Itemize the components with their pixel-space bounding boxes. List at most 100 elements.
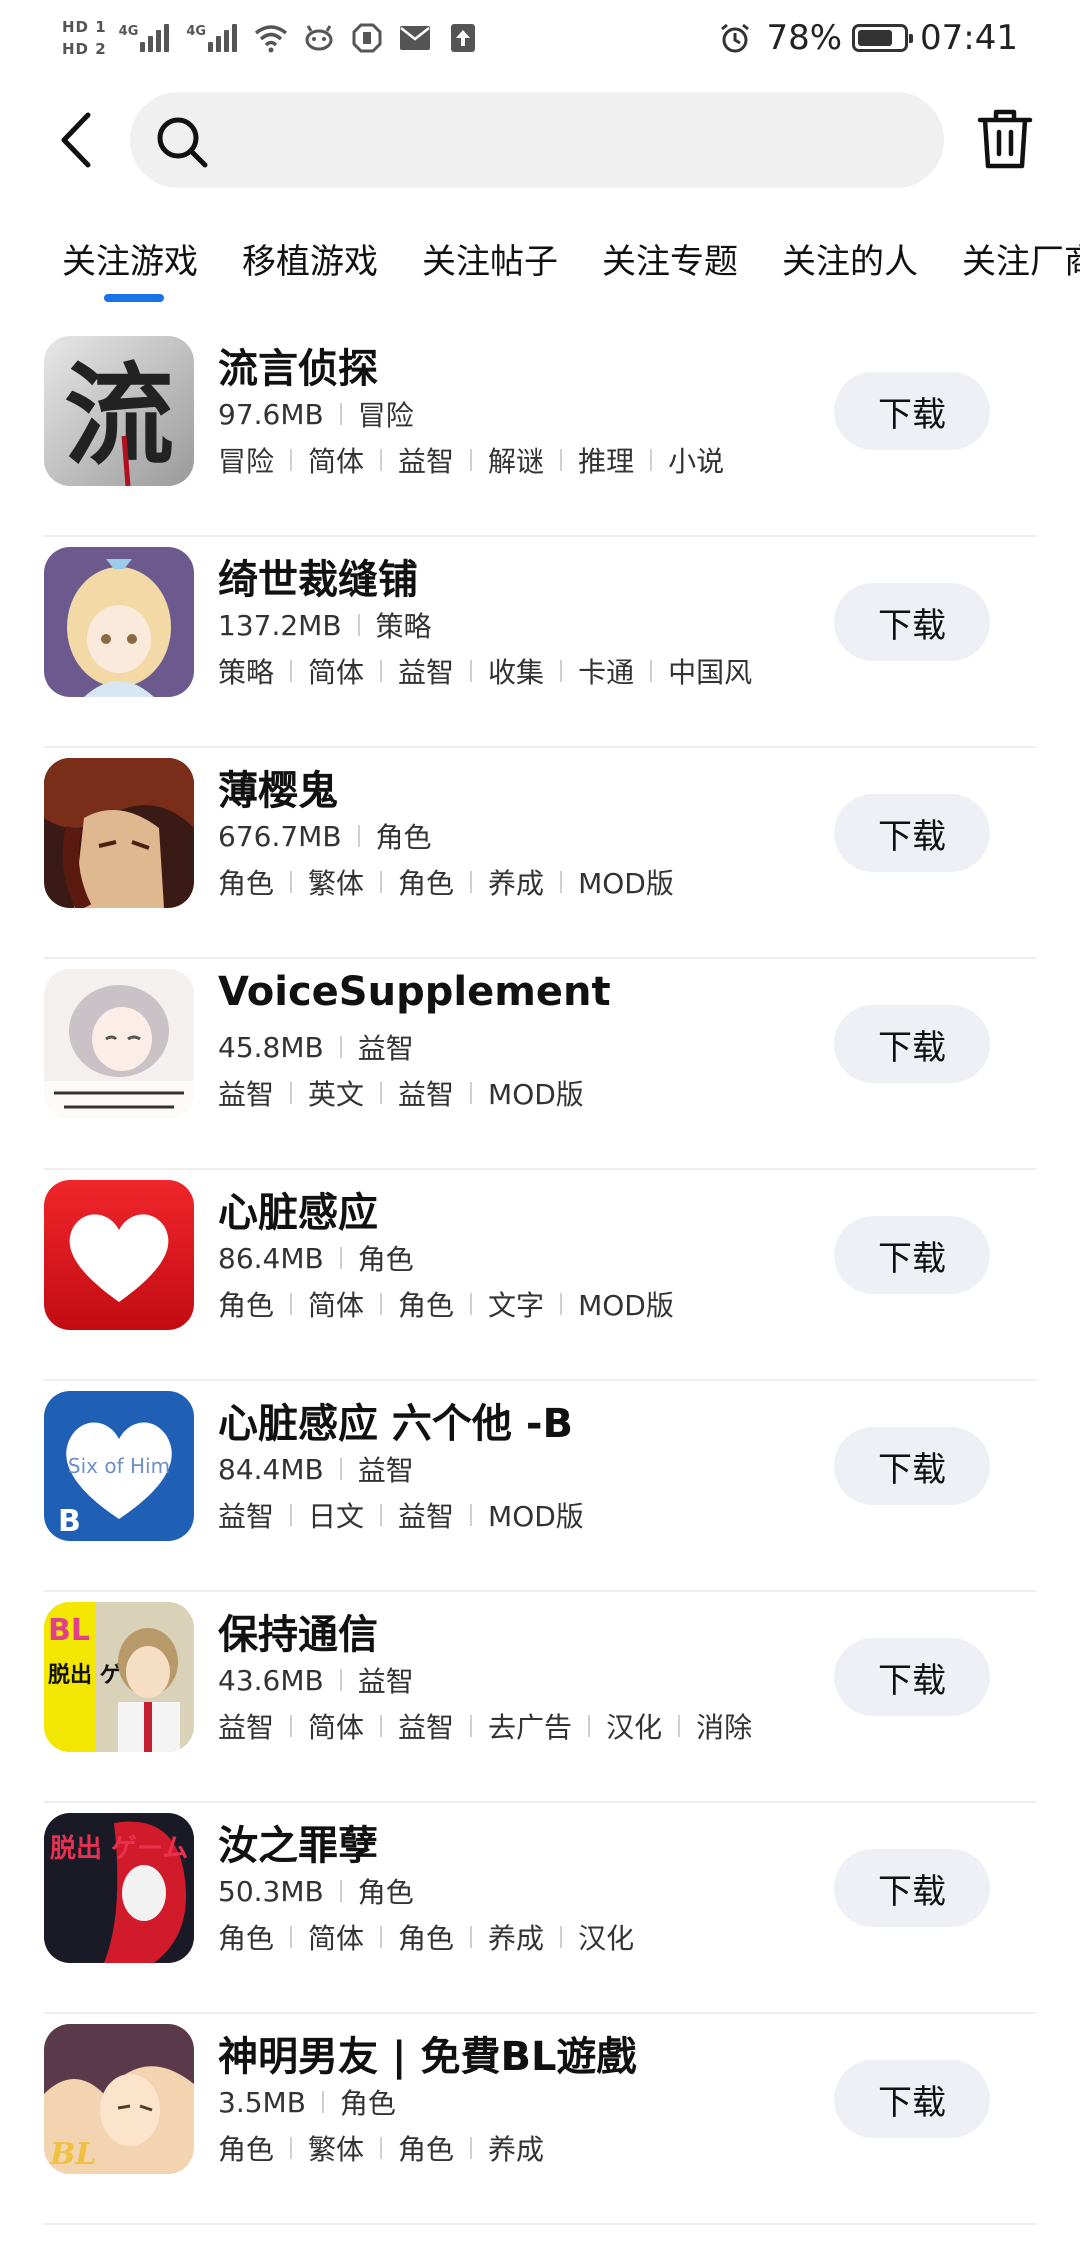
list-item[interactable]: 脱出 ゲーム 汝之罪孽 50.3MB 角色 角色 简体 角色 养成 汉化 下载 [0,1803,1080,2014]
signal-1-icon: 4G [119,24,173,52]
tab-followed-topics[interactable]: 关注专题 [602,234,738,283]
list-item[interactable]: 绮世裁缝铺 137.2MB 策略策略 简体 益智 收集 卡通 中国风 下载 [0,537,1080,748]
game-title[interactable]: 神明男友 | 免費BL遊戲 [218,2024,636,2082]
clock-time: 07:41 [920,18,1018,58]
status-right: 78% 07:41 [718,8,1018,68]
game-title[interactable]: 绮世裁缝铺 [218,547,418,605]
game-category: 益智 [357,1665,414,1698]
game-tags: 策略 简体 益智 收集 卡通 中国风 [218,651,752,691]
hakuoki-game-icon[interactable] [44,758,194,908]
list-item[interactable]: BL 神明男友 | 免費BL遊戲 3.5MB 角色 角色 繁体 角色 养成 下载 [0,2014,1080,2225]
game-tag: MOD版 [488,1500,584,1533]
game-title[interactable]: 心脏感应 六个他 -B [218,1391,573,1449]
separator [290,1926,293,1948]
download-button[interactable]: 下载 [834,1638,990,1716]
separator [339,1247,342,1269]
icon-glyph: BL [49,2137,96,2172]
game-category: 益智 [357,1032,414,1065]
trash-icon [977,109,1033,169]
game-size: 3.5MB [218,2085,306,2119]
game-meta: 50.3MB 角色 [218,1871,414,1911]
game-title[interactable]: 薄樱鬼 [218,758,338,816]
tab-ported-games[interactable]: 移植游戏 [242,234,378,283]
game-meta: 676.7MB 角色 [218,816,432,856]
game-tag: 消除 [696,1711,753,1744]
voice-supplement-icon[interactable] [44,969,194,1119]
active-tab-indicator [104,294,164,302]
list-item[interactable]: BL 脱出 ゲーム 保持通信 43.6MB 益智 益智 简体 益智 去广告 汉化 消除 下载 [0,1592,1080,1803]
game-meta: 45.8MB 益智 [218,1027,414,1067]
sin-game-icon[interactable]: 脱出 ゲーム [44,1813,194,1963]
liuyan-game-icon[interactable]: 流 [44,336,194,486]
tailor-game-icon[interactable] [44,547,194,697]
separator [380,449,383,471]
game-tag: 角色 [398,1289,455,1322]
separator [290,1504,293,1526]
list-item[interactable]: 流流言侦探 97.6MB 冒险 冒险 简体 益智 解谜 推理 小说 下载 [0,326,1080,537]
search-bar[interactable] [130,92,944,188]
game-tag: 角色 [218,1289,275,1322]
list-item[interactable]: 薄樱鬼 676.7MB 角色 角色 繁体 角色 养成 MOD版 下载 [0,748,1080,959]
tab-followed-people[interactable]: 关注的人 [782,234,918,283]
game-tag: 益智 [218,1078,275,1111]
separator [290,871,293,893]
game-title[interactable]: 流言侦探 [218,336,378,394]
six-of-him-icon[interactable]: Six of Him B [44,1391,194,1541]
back-arrow-icon [61,112,91,168]
game-tag: 益智 [398,1078,455,1111]
tab-followed-games[interactable]: 关注游戏 [62,234,198,283]
separator [470,1293,473,1315]
game-tag: 简体 [308,1289,365,1322]
separator [380,871,383,893]
game-title[interactable]: VoiceSupplement [218,969,611,1015]
search-input[interactable] [230,110,914,172]
game-title[interactable]: 汝之罪孽 [218,1813,378,1871]
download-button[interactable]: 下载 [834,583,990,661]
game-title[interactable]: 保持通信 [218,1602,378,1660]
game-category: 角色 [357,1243,414,1276]
game-meta: 137.2MB 策略 [218,605,432,645]
delete-button[interactable] [972,106,1038,172]
separator [380,1715,383,1737]
game-tag: 简体 [308,1711,365,1744]
game-tag: 角色 [398,2133,455,2166]
tab-followed-posts[interactable]: 关注帖子 [422,234,558,283]
separator [290,660,293,682]
game-tag: 英文 [308,1078,365,1111]
game-tags: 冒险 简体 益智 解谜 推理 小说 [218,440,724,480]
game-tag: 简体 [308,656,365,689]
battery-percent: 78% [766,18,843,58]
game-category: 角色 [357,1876,414,1909]
app-notification-icon [302,21,336,55]
download-button[interactable]: 下载 [834,2060,990,2138]
back-button[interactable] [44,108,108,172]
status-left: HD 1 HD 2 4G 4G [62,8,494,68]
download-button[interactable]: 下载 [834,1005,990,1083]
separator [339,1669,342,1691]
separator [290,1715,293,1737]
separator [380,1082,383,1104]
game-tags: 角色 繁体 角色 养成 [218,2128,544,2168]
hd1-label: HD 1 [62,18,107,36]
game-tag: 卡通 [578,656,635,689]
game-tag: 繁体 [308,2133,365,2166]
list-item[interactable]: VoiceSupplement 45.8MB 益智 益智 英文 益智 MOD版 下载 [0,959,1080,1170]
list-item[interactable]: 心脏感应 86.4MB 角色 角色 简体 角色 文字 MOD版 下载 [0,1170,1080,1381]
game-tag: 养成 [488,1922,545,1955]
download-button[interactable]: 下载 [834,794,990,872]
game-size: 137.2MB [218,608,342,642]
download-button[interactable]: 下载 [834,1427,990,1505]
god-boyfriend-icon[interactable]: BL [44,2024,194,2174]
wifi-icon [254,21,288,55]
game-title[interactable]: 心脏感应 [218,1180,378,1238]
keep-contact-icon[interactable]: BL 脱出 ゲーム [44,1602,194,1752]
separator [290,1082,293,1104]
game-tag: 汉化 [578,1922,635,1955]
game-tags: 益智 简体 益智 去广告 汉化 消除 [218,1706,752,1746]
download-button[interactable]: 下载 [834,1849,990,1927]
tab-followed-vendors[interactable]: 关注厂商 [962,234,1080,283]
download-button[interactable]: 下载 [834,372,990,450]
heart-game-icon[interactable] [44,1180,194,1330]
list-item[interactable]: Six of Him B 心脏感应 六个他 -B 84.4MB 益智 益智 日文 益智 MOD版… [0,1381,1080,1592]
download-button[interactable]: 下载 [834,1216,990,1294]
